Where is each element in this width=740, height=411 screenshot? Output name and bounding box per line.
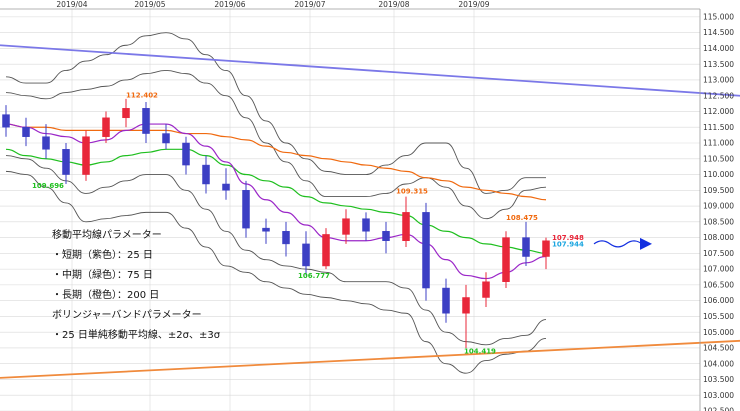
candle-body bbox=[322, 234, 330, 267]
candle-body bbox=[62, 149, 70, 175]
candle-body bbox=[82, 136, 90, 175]
candle-body bbox=[442, 287, 450, 314]
y-tick-label: 112.500 bbox=[703, 91, 734, 100]
y-tick-label: 106.000 bbox=[703, 296, 734, 305]
candle-body bbox=[522, 237, 530, 257]
y-tick-label: 105.500 bbox=[703, 312, 734, 321]
candle-body bbox=[142, 108, 150, 134]
candle-body bbox=[202, 164, 210, 185]
y-tick-label: 111.000 bbox=[703, 139, 734, 148]
candle-body bbox=[402, 212, 410, 241]
y-tick-label: 114.500 bbox=[703, 28, 734, 37]
y-tick-label: 109.500 bbox=[703, 186, 734, 195]
price-annotation: 109.696 bbox=[32, 182, 64, 190]
candle-body bbox=[2, 114, 10, 128]
candle-body bbox=[362, 218, 370, 232]
x-tick-label: 2019/08 bbox=[378, 0, 409, 9]
price-annotation: 108.475 bbox=[506, 214, 538, 222]
legend-line: ・中期（緑色）：75 日 bbox=[52, 268, 153, 281]
y-tick-label: 105.000 bbox=[703, 328, 734, 337]
candle-body bbox=[22, 126, 30, 137]
y-tick-label: 113.500 bbox=[703, 60, 734, 69]
candle-body bbox=[422, 212, 430, 289]
x-tick-label: 2019/04 bbox=[56, 0, 87, 9]
last-price-label: 107.944 bbox=[552, 240, 584, 248]
y-tick-label: 107.500 bbox=[703, 249, 734, 258]
candle-body bbox=[262, 227, 270, 232]
y-tick-label: 107.000 bbox=[703, 265, 734, 274]
candle-body bbox=[222, 183, 230, 191]
legend-line: ボリンジャーバンドパラメーター bbox=[52, 309, 202, 321]
candle-body bbox=[382, 231, 390, 241]
candle-body bbox=[242, 190, 250, 229]
candle-body bbox=[162, 133, 170, 144]
price-annotation: 104.419 bbox=[464, 347, 496, 355]
legend-line: 移動平均線パラメーター bbox=[52, 228, 162, 241]
y-tick-label: 108.500 bbox=[703, 217, 734, 226]
x-tick-label: 2019/07 bbox=[294, 0, 325, 9]
y-tick-label: 110.500 bbox=[703, 154, 734, 163]
y-tick-label: 115.000 bbox=[703, 12, 734, 21]
chart-container: 112.402 109.696 109.315 108.475 106.777 104.4… bbox=[0, 0, 740, 411]
price-annotation: 112.402 bbox=[126, 91, 158, 99]
candle-body bbox=[482, 281, 490, 298]
candle-body bbox=[102, 117, 110, 137]
y-tick-label: 110.000 bbox=[703, 170, 734, 179]
x-tick-label: 2019/09 bbox=[458, 0, 489, 9]
y-tick-label: 111.500 bbox=[703, 123, 734, 132]
y-tick-label: 106.500 bbox=[703, 280, 734, 289]
candle-body bbox=[542, 240, 550, 257]
candle-body bbox=[462, 297, 470, 314]
price-annotation: 106.777 bbox=[298, 272, 330, 280]
candle-body bbox=[122, 108, 130, 119]
y-tick-label: 112.000 bbox=[703, 107, 734, 116]
y-tick-label: 108.000 bbox=[703, 233, 734, 242]
candle-body bbox=[502, 237, 510, 282]
price-annotation: 109.315 bbox=[396, 187, 428, 195]
candle-body bbox=[282, 231, 290, 245]
y-tick-label: 104.500 bbox=[703, 344, 734, 353]
y-tick-label: 103.000 bbox=[703, 391, 734, 400]
legend-line: ・短期（紫色）：25 日 bbox=[52, 248, 153, 261]
candle-body bbox=[342, 218, 350, 235]
legend-line: ・長期（橙色）：200 日 bbox=[52, 288, 159, 301]
x-tick-label: 2019/05 bbox=[134, 0, 165, 9]
y-tick-label: 103.500 bbox=[703, 375, 734, 384]
y-tick-label: 102.500 bbox=[703, 407, 734, 411]
candle-body bbox=[42, 136, 50, 150]
y-tick-label: 104.000 bbox=[703, 359, 734, 368]
y-tick-label: 109.000 bbox=[703, 202, 734, 211]
legend-line: ・25 日単純移動平均線、±2σ、±3σ bbox=[52, 328, 221, 341]
y-tick-label: 114.000 bbox=[703, 44, 734, 53]
candle-body bbox=[182, 142, 190, 166]
candlestick-chart: 112.402 109.696 109.315 108.475 106.777 104.4… bbox=[0, 0, 740, 411]
candle-body bbox=[302, 243, 310, 267]
y-tick-label: 113.000 bbox=[703, 76, 734, 85]
x-tick-label: 2019/06 bbox=[214, 0, 245, 9]
